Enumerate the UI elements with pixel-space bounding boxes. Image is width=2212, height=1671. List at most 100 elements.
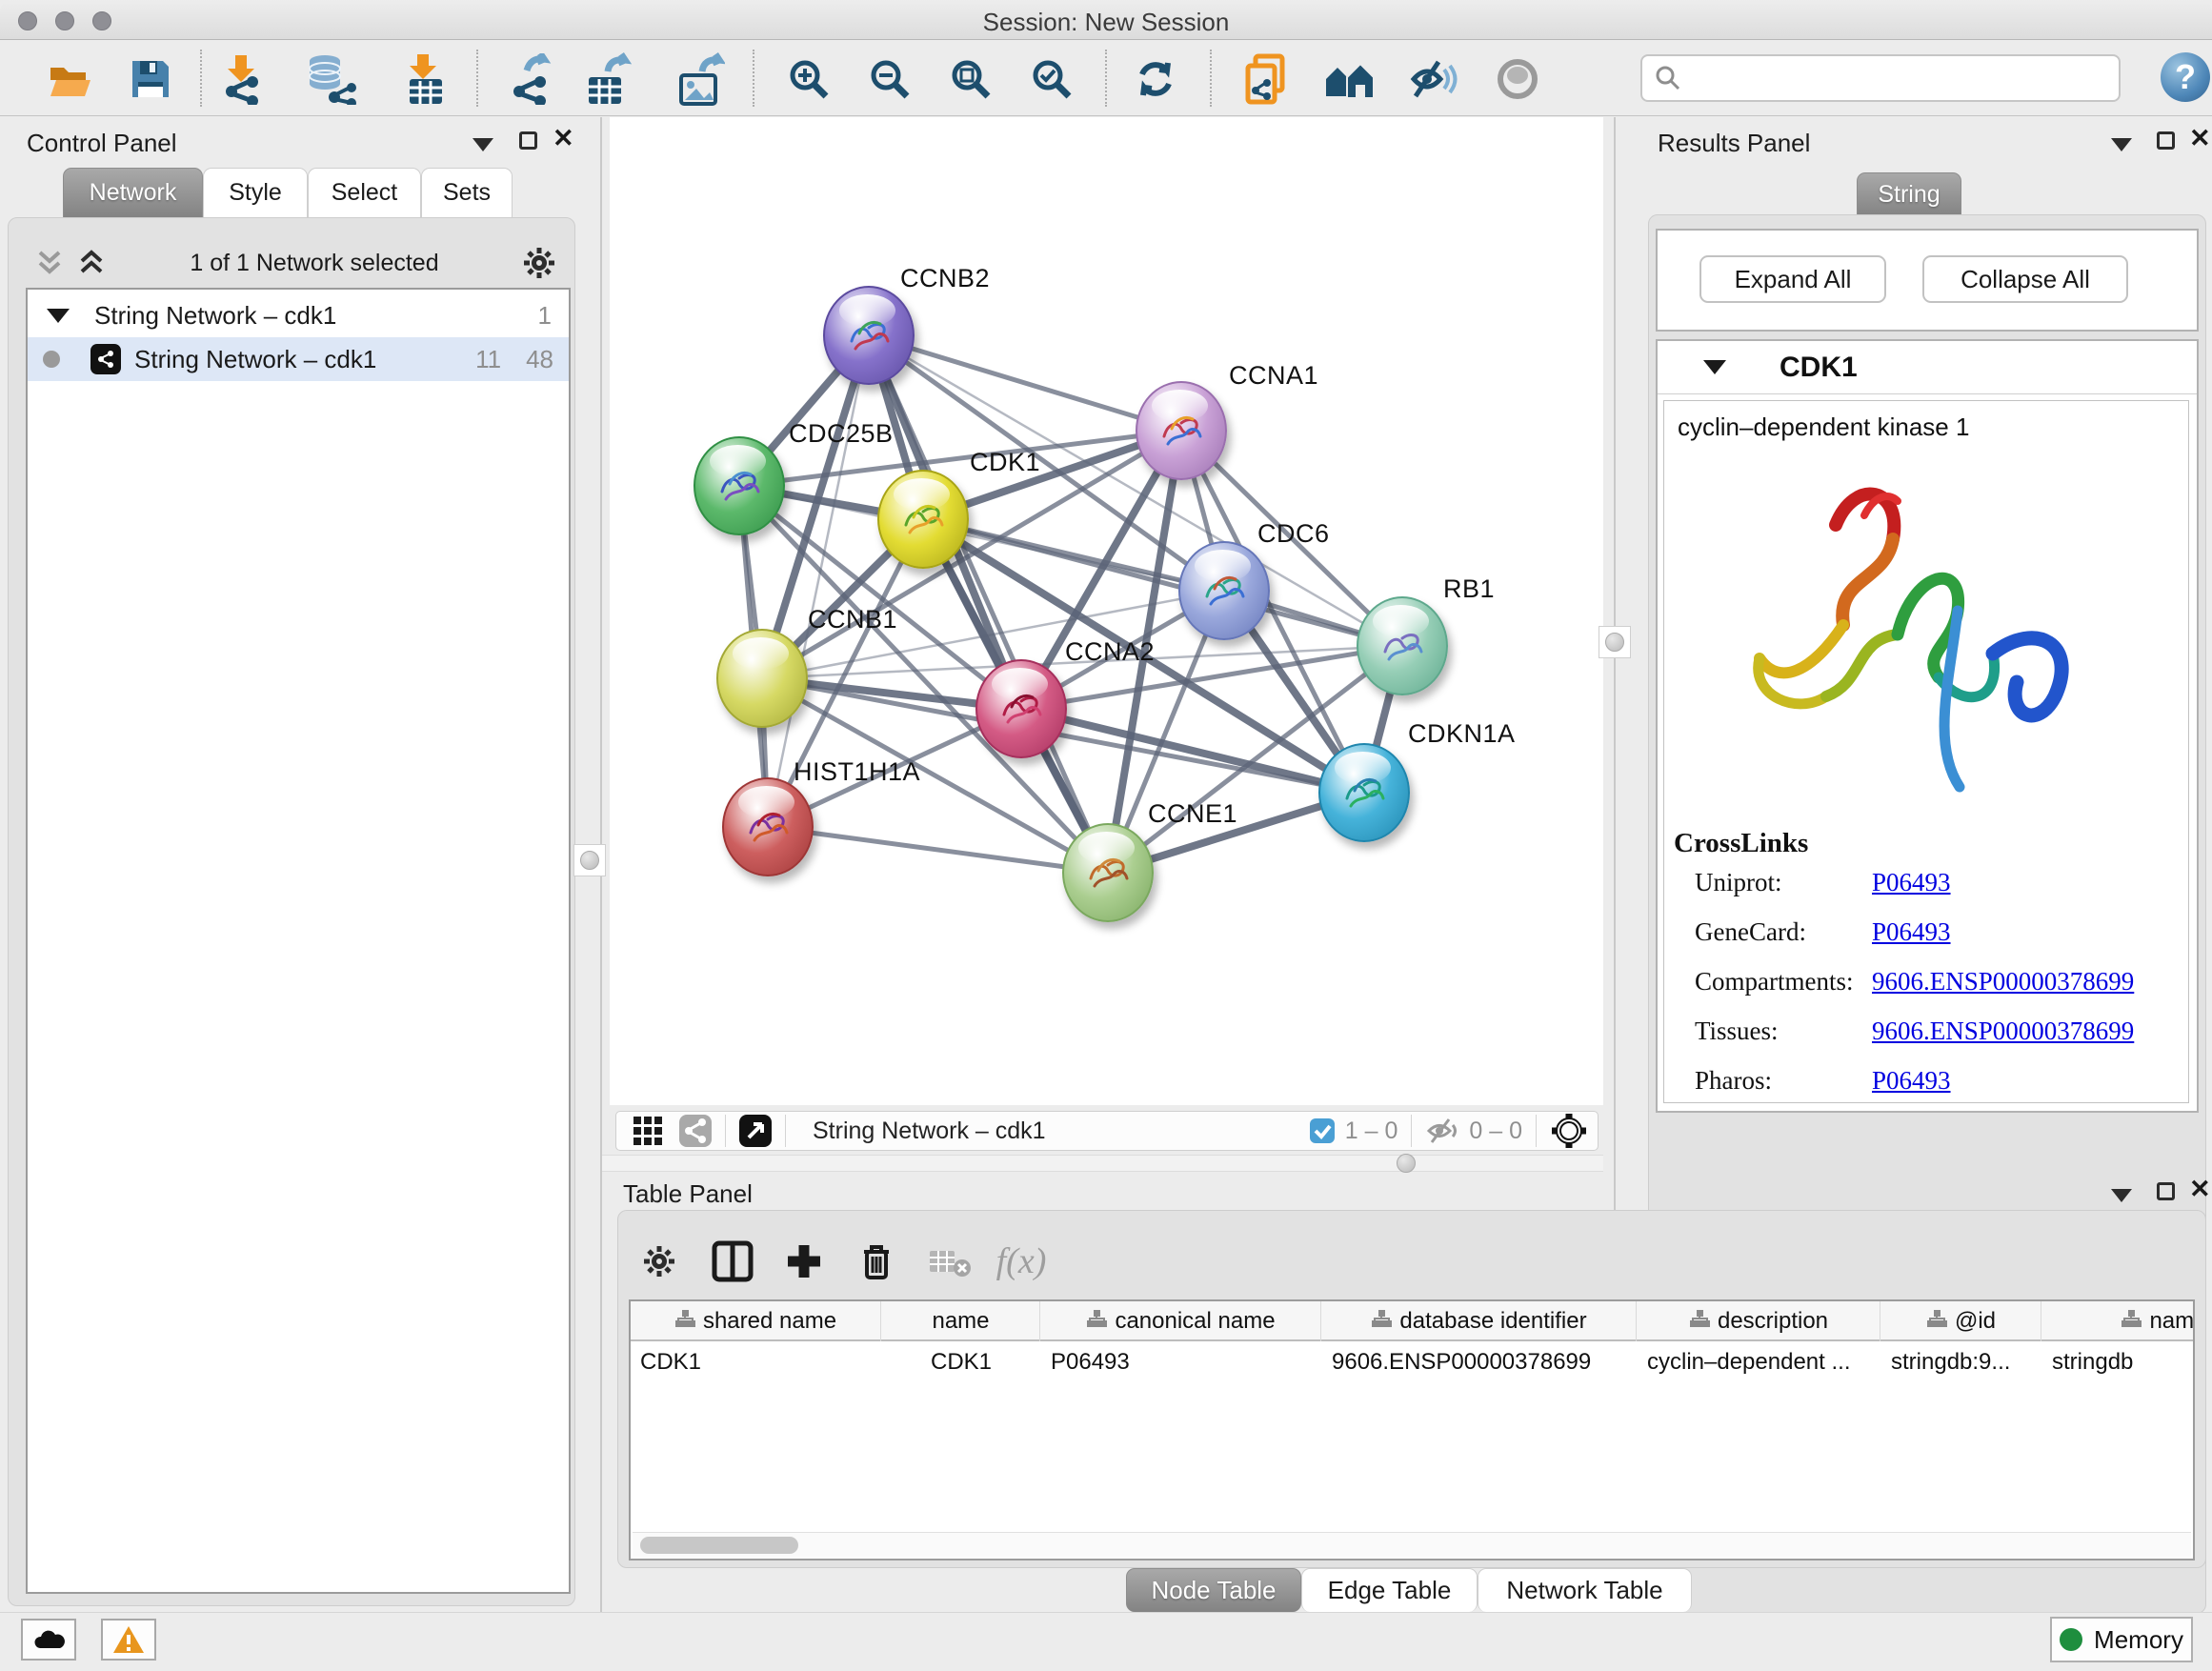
horizontal-splitter[interactable] xyxy=(602,1155,1603,1172)
birds-eye-view-icon[interactable] xyxy=(739,1115,772,1147)
tab-network[interactable]: Network xyxy=(63,168,203,217)
warnings-button[interactable] xyxy=(101,1619,156,1661)
node-ccnb2[interactable] xyxy=(823,286,915,385)
houses-icon[interactable] xyxy=(1322,53,1376,105)
zoom-out-icon[interactable] xyxy=(863,53,916,105)
node-hist1h1a[interactable] xyxy=(722,777,814,876)
expand-all-button[interactable]: Expand All xyxy=(1699,255,1886,303)
table-cell[interactable]: P06493 xyxy=(1041,1343,1321,1381)
share-view-icon[interactable] xyxy=(679,1115,712,1147)
export-table-icon[interactable] xyxy=(581,53,634,105)
control-panel-float-icon[interactable] xyxy=(519,131,537,154)
node-cdkn1a[interactable] xyxy=(1318,743,1410,842)
node-cdc6[interactable] xyxy=(1178,541,1270,640)
hidden-eye-icon[interactable] xyxy=(1425,1117,1459,1145)
save-session-icon[interactable] xyxy=(124,53,177,105)
import-network-icon[interactable] xyxy=(216,53,270,105)
import-network-from-database-icon[interactable] xyxy=(304,53,357,105)
edge-CCNB2-CCNE1[interactable] xyxy=(869,335,1108,873)
control-panel-menu-icon[interactable] xyxy=(473,138,493,156)
horizontal-scrollbar[interactable] xyxy=(633,1532,2191,1557)
table-cell[interactable]: stringdb:9... xyxy=(1881,1343,2041,1381)
network-collection-row[interactable]: String Network – cdk1 1 xyxy=(28,293,569,337)
help-icon[interactable]: ? xyxy=(2161,52,2210,102)
memory-button[interactable]: Memory xyxy=(2050,1617,2193,1662)
selected-checkbox-icon[interactable] xyxy=(1309,1117,1336,1144)
tab-node-table[interactable]: Node Table xyxy=(1126,1568,1301,1612)
collapse-all-button[interactable]: Collapse All xyxy=(1922,255,2128,303)
collection-expander-icon[interactable] xyxy=(47,309,70,323)
gene-expander-icon[interactable] xyxy=(1703,360,1726,374)
left-splitter-handle[interactable] xyxy=(573,844,606,876)
network-options-gear-icon[interactable] xyxy=(520,244,558,282)
gene-section-header[interactable]: CDK1 xyxy=(1658,341,2197,394)
column-header-databaseidentifier[interactable]: database identifier xyxy=(1322,1301,1637,1341)
results-panel-close-icon[interactable]: ✕ xyxy=(2189,130,2211,151)
tab-select[interactable]: Select xyxy=(308,168,421,217)
add-column-icon[interactable] xyxy=(777,1235,831,1288)
scrollbar-thumb[interactable] xyxy=(640,1537,798,1554)
edge-CCNB2-HIST1H1A[interactable] xyxy=(768,335,869,827)
export-network-icon[interactable] xyxy=(504,53,557,105)
table-cell[interactable]: CDK1 xyxy=(631,1343,881,1381)
grid-view-icon[interactable] xyxy=(632,1115,664,1147)
column-header-description[interactable]: description xyxy=(1638,1301,1880,1341)
sphere-eye-icon[interactable] xyxy=(1491,53,1544,105)
control-panel-close-icon[interactable]: ✕ xyxy=(553,130,574,151)
node-ccna2[interactable] xyxy=(975,659,1067,758)
column-header-id[interactable]: @id xyxy=(1881,1301,2041,1341)
expand-all-chevron-icon[interactable] xyxy=(74,247,109,279)
node-ccnb1[interactable] xyxy=(716,629,808,728)
results-panel-menu-icon[interactable] xyxy=(2111,138,2132,156)
table-cell[interactable]: stringdb xyxy=(2042,1343,2195,1381)
table-cell[interactable]: CDK1 xyxy=(882,1343,1040,1381)
column-header-namespace[interactable]: namespace xyxy=(2042,1301,2195,1341)
network-row[interactable]: String Network – cdk1 11 48 xyxy=(28,337,569,381)
search-box[interactable] xyxy=(1640,54,2121,102)
zoom-selected-icon[interactable] xyxy=(1025,53,1078,105)
node-rb1[interactable] xyxy=(1357,596,1448,695)
node-cdc25b[interactable] xyxy=(694,436,785,535)
right-splitter-handle[interactable] xyxy=(1599,626,1631,658)
column-header-name[interactable]: name xyxy=(882,1301,1040,1341)
tab-network-table[interactable]: Network Table xyxy=(1478,1568,1692,1612)
fit-crosshair-icon[interactable] xyxy=(1550,1112,1588,1150)
edge-HIST1H1A-CCNE1[interactable] xyxy=(768,827,1108,873)
crosslink-value-link[interactable]: P06493 xyxy=(1872,1066,1951,1096)
results-panel-float-icon[interactable] xyxy=(2157,131,2175,154)
open-session-icon[interactable] xyxy=(43,53,96,105)
edge-CCNB2-CCNA1[interactable] xyxy=(869,335,1181,431)
node-cdk1[interactable] xyxy=(877,470,969,569)
crosslink-value-link[interactable]: 9606.ENSP00000378699 xyxy=(1872,967,2134,997)
cloud-button[interactable] xyxy=(21,1619,76,1661)
import-table-icon[interactable] xyxy=(398,53,452,105)
node-ccna1[interactable] xyxy=(1136,381,1227,480)
table-cell[interactable]: 9606.ENSP00000378699 xyxy=(1322,1343,1637,1381)
clone-network-icon[interactable] xyxy=(1239,53,1293,105)
tab-sets[interactable]: Sets xyxy=(421,168,513,217)
crosslink-value-link[interactable]: P06493 xyxy=(1872,868,1951,897)
horizontal-splitter-handle[interactable] xyxy=(1397,1154,1416,1173)
table-cell[interactable]: cyclin–dependent ... xyxy=(1638,1343,1880,1381)
table-panel-float-icon[interactable] xyxy=(2157,1182,2175,1205)
show-columns-icon[interactable] xyxy=(706,1235,759,1288)
search-input[interactable] xyxy=(1682,65,2101,91)
node-ccne1[interactable] xyxy=(1062,823,1154,922)
crosslink-value-link[interactable]: P06493 xyxy=(1872,917,1951,947)
crosslink-value-link[interactable]: 9606.ENSP00000378699 xyxy=(1872,1017,2134,1046)
zoom-fit-icon[interactable] xyxy=(944,53,997,105)
network-view-canvas[interactable]: CCNB2CCNA1CDC25BCDK1CDC6RB1CCNB1CCNA2CDK… xyxy=(610,117,1603,1105)
hide-eye-icon[interactable] xyxy=(1405,53,1458,105)
table-panel-menu-icon[interactable] xyxy=(2111,1189,2132,1207)
zoom-in-icon[interactable] xyxy=(782,53,835,105)
tab-style[interactable]: Style xyxy=(203,168,308,217)
tab-string[interactable]: String xyxy=(1857,172,1961,216)
refresh-icon[interactable] xyxy=(1129,53,1182,105)
table-gear-icon[interactable] xyxy=(633,1235,686,1288)
table-panel-close-icon[interactable]: ✕ xyxy=(2189,1180,2211,1202)
tab-edge-table[interactable]: Edge Table xyxy=(1301,1568,1478,1612)
column-header-canonicalname[interactable]: canonical name xyxy=(1041,1301,1321,1341)
export-image-icon[interactable] xyxy=(674,53,727,105)
collapse-all-chevron-icon[interactable] xyxy=(32,247,67,279)
delete-column-icon[interactable] xyxy=(850,1235,903,1288)
